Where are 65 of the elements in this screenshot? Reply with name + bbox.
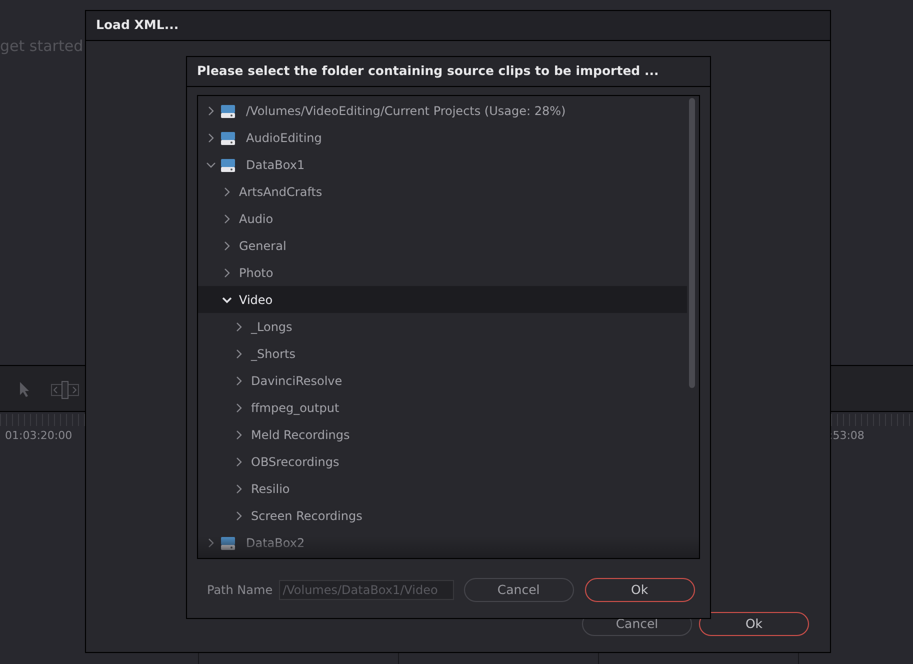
tree-row[interactable]: Meld Recordings (198, 421, 687, 448)
chevron-right-icon (234, 430, 244, 440)
tree-label: Meld Recordings (251, 426, 350, 444)
tree-label: Video (239, 292, 273, 308)
tree-row[interactable]: Screen Recordings (198, 502, 687, 529)
tree-label: DavinciResolve (251, 372, 342, 390)
window-title: Load XML... (96, 16, 179, 34)
tree-row[interactable]: OBSrecordings (198, 448, 687, 475)
tree-label: General (239, 238, 286, 254)
tree-row[interactable]: DataBox2 (198, 529, 687, 556)
tree-label: DataBox2 (246, 534, 305, 552)
tree-row[interactable]: Resilio (198, 475, 687, 502)
timecode: 01:03:20:00 (5, 428, 72, 444)
trim-tool-icon (51, 381, 79, 399)
ok-button[interactable]: Ok (584, 578, 695, 602)
chevron-right-icon (206, 106, 216, 116)
tree-row[interactable]: Video (198, 286, 687, 313)
dialog-title: Please select the folder containing source clips to be imported ... (197, 62, 659, 80)
timecode: :53:08 (829, 428, 864, 444)
chevron-right-icon (234, 456, 244, 466)
scrollbar-thumb[interactable] (689, 98, 695, 388)
chevron-right-icon (222, 186, 232, 196)
chevron-right-icon (234, 322, 244, 332)
drive-icon (221, 536, 235, 550)
tree-label: Audio (239, 210, 274, 228)
tree-row[interactable]: DavinciResolve (198, 367, 687, 394)
tree-label: /Volumes/VideoEditing/Current Projects (Usage: 28%) (246, 102, 566, 120)
chevron-right-icon (222, 268, 232, 278)
tree-label: OBSrecordings (251, 454, 340, 470)
tree-label: _Shorts (251, 346, 296, 362)
tree-label: Resilio (251, 480, 290, 498)
drive-icon (221, 158, 235, 172)
tree-label: Photo (239, 264, 274, 282)
tree-row[interactable]: Audio (198, 205, 687, 232)
tree-label: ffmpeg_output (251, 400, 340, 416)
chevron-down-icon (206, 160, 216, 170)
tree-label: DataBox1 (246, 156, 305, 174)
chevron-right-icon (234, 376, 244, 386)
drive-icon (221, 130, 235, 144)
tree-row[interactable]: ArtsAndCrafts (198, 178, 687, 205)
tree-row[interactable]: Photo (198, 259, 687, 286)
tree-label: _Longs (251, 318, 292, 336)
tree-label: ArtsAndCrafts (239, 184, 322, 200)
chevron-right-icon (234, 348, 244, 358)
tree-label: Screen Recordings (251, 508, 362, 524)
tree-row[interactable]: AudioEditing (198, 124, 687, 151)
tree-row[interactable]: _Longs (198, 313, 687, 340)
tree-label: AudioEditing (246, 130, 322, 146)
tree-row[interactable]: /Volumes/VideoEditing/Current Projects (Usage: 28%) (198, 97, 687, 124)
tree-row[interactable]: _Shorts (198, 340, 687, 367)
cancel-button[interactable]: Cancel (464, 578, 574, 602)
tree-row[interactable]: General (198, 232, 687, 259)
chevron-right-icon (206, 132, 216, 142)
chevron-right-icon (234, 402, 244, 412)
chevron-right-icon (222, 214, 232, 224)
chevron-down-icon (222, 294, 232, 304)
field-label: Path Name (207, 582, 273, 599)
chevron-right-icon (222, 240, 232, 250)
chevron-right-icon (234, 484, 244, 494)
pointer-icon (19, 381, 31, 397)
chevron-right-icon (206, 538, 216, 548)
tree-row[interactable]: DataBox1 (198, 151, 687, 178)
tree-row[interactable]: ffmpeg_output (198, 394, 687, 421)
chevron-right-icon (234, 510, 244, 520)
drive-icon (221, 104, 235, 118)
